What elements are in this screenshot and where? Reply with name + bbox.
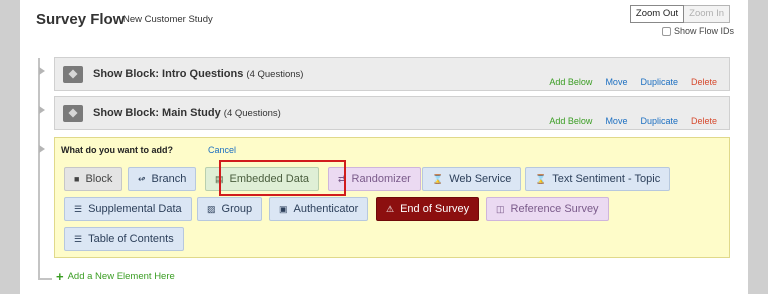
option-group-button[interactable]: ▨ Group: [197, 197, 263, 221]
option-label: Web Service: [449, 173, 512, 185]
block-label: Show Block: Main Study: [93, 107, 221, 119]
option-branch-button[interactable]: ↫ Branch: [128, 167, 197, 191]
block-actions: Add Below Move Duplicate Delete: [549, 116, 717, 126]
flow-block-main[interactable]: Show Block: Main Study (4 Questions) Add…: [54, 96, 730, 130]
show-flow-ids-toggle[interactable]: Show Flow IDs: [661, 26, 734, 36]
option-label: Block: [85, 173, 113, 185]
block-question-count: (4 Questions): [246, 69, 304, 80]
dialog-header: Survey Flow New Customer Study Zoom Out …: [20, 0, 748, 46]
block-label: Show Block: Intro Questions: [93, 68, 244, 80]
option-end-of-survey-button[interactable]: ⚠ End of Survey: [376, 197, 480, 221]
lock-icon: ▣: [279, 204, 288, 214]
flow-arrow-icon: [39, 145, 45, 153]
option-label: Supplemental Data: [88, 203, 182, 215]
reference-icon: ◫: [496, 204, 505, 214]
option-label: Authenticator: [293, 203, 359, 215]
move-link[interactable]: Move: [605, 116, 627, 126]
folder-icon: ▨: [207, 204, 216, 214]
option-reference-survey-button[interactable]: ◫ Reference Survey: [486, 197, 609, 221]
option-label: Table of Contents: [88, 233, 174, 245]
duplicate-link[interactable]: Duplicate: [640, 116, 678, 126]
survey-flow-dialog: Survey Flow New Customer Study Zoom Out …: [20, 0, 748, 294]
flow-arrow-icon: [39, 67, 45, 75]
cube-icon: [63, 105, 83, 122]
page-title: Survey Flow: [36, 11, 125, 28]
warning-icon: ⚠: [386, 204, 395, 214]
zoom-controls: Zoom Out Zoom In: [629, 5, 730, 23]
option-authenticator-button[interactable]: ▣ Authenticator: [269, 197, 369, 221]
add-element-prompt: What do you want to add?: [61, 145, 173, 155]
rss-icon: ⌛: [535, 174, 547, 184]
left-backdrop: [0, 0, 20, 294]
option-web-service-button[interactable]: ⌛ Web Service: [422, 167, 522, 191]
option-label: Group: [221, 203, 253, 215]
option-table-of-contents-button[interactable]: ☰ Table of Contents: [64, 227, 184, 251]
option-label: End of Survey: [400, 203, 470, 215]
add-below-link[interactable]: Add Below: [549, 77, 592, 87]
show-flow-ids-label: Show Flow IDs: [673, 26, 734, 36]
zoom-in-button[interactable]: Zoom In: [684, 5, 730, 23]
list-icon: ☰: [74, 234, 83, 244]
add-new-element-label: Add a New Element Here: [67, 271, 175, 282]
move-link[interactable]: Move: [605, 77, 627, 87]
survey-name: New Customer Study: [123, 14, 213, 25]
branch-icon: ↫: [138, 174, 146, 184]
flow-connector-line: [38, 58, 40, 279]
zoom-out-button[interactable]: Zoom Out: [629, 5, 685, 23]
plus-icon: +: [56, 268, 64, 284]
cube-icon: [63, 66, 83, 83]
embedded-data-highlight-box: [219, 160, 346, 196]
add-below-link[interactable]: Add Below: [549, 116, 592, 126]
block-actions: Add Below Move Duplicate Delete: [549, 77, 717, 87]
delete-link[interactable]: Delete: [691, 77, 717, 87]
duplicate-link[interactable]: Duplicate: [640, 77, 678, 87]
option-text-sentiment-button[interactable]: ⌛ Text Sentiment - Topic: [525, 167, 671, 191]
option-label: Branch: [151, 173, 187, 185]
add-element-panel: What do you want to add? Cancel ■ Block …: [54, 137, 730, 258]
right-backdrop: [748, 0, 768, 294]
delete-link[interactable]: Delete: [691, 116, 717, 126]
flow-block-intro[interactable]: Show Block: Intro Questions (4 Questions…: [54, 57, 730, 91]
option-block-button[interactable]: ■ Block: [64, 167, 123, 191]
show-flow-ids-checkbox[interactable]: [661, 26, 671, 36]
option-label: Randomizer: [351, 173, 411, 185]
option-label: Text Sentiment - Topic: [552, 173, 661, 185]
database-icon: ☰: [74, 204, 83, 214]
block-question-count: (4 Questions): [223, 108, 281, 119]
block-title: Show Block: Intro Questions (4 Questions…: [93, 68, 303, 80]
flow-connector-foot: [38, 278, 52, 280]
block-title: Show Block: Main Study (4 Questions): [93, 107, 281, 119]
add-new-element-link[interactable]: + Add a New Element Here: [56, 268, 175, 284]
option-label: Reference Survey: [510, 203, 599, 215]
option-supplemental-data-button[interactable]: ☰ Supplemental Data: [64, 197, 192, 221]
flow-arrow-icon: [39, 106, 45, 114]
cube-icon: ■: [74, 174, 80, 184]
rss-icon: ⌛: [432, 174, 444, 184]
cancel-link[interactable]: Cancel: [208, 145, 236, 155]
